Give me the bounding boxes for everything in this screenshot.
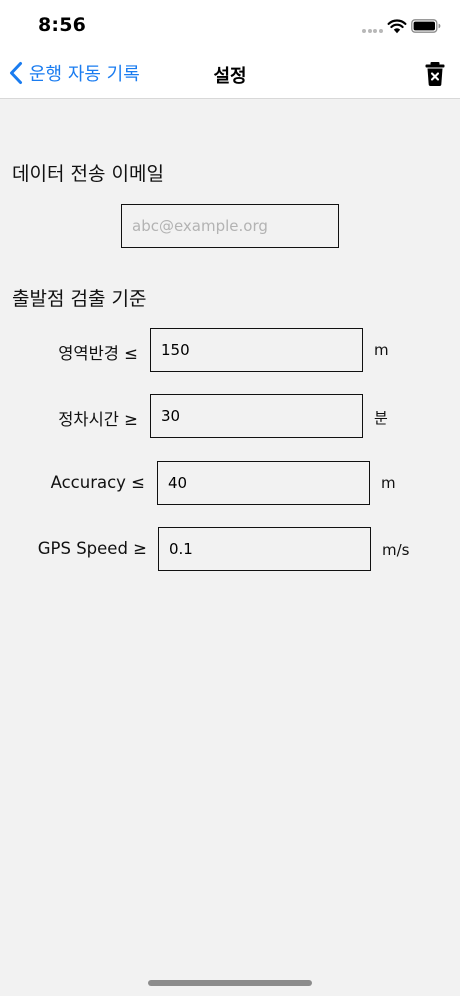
wifi-icon — [387, 19, 407, 34]
detection-section-title: 출발점 검출 기준 — [12, 288, 147, 310]
gps-speed-unit: m/s — [382, 541, 410, 559]
radius-input[interactable] — [150, 328, 363, 372]
stop-duration-unit: 분 — [374, 409, 388, 427]
radius-unit: m — [374, 341, 389, 359]
stop-duration-input[interactable] — [150, 394, 363, 438]
status-time: 8:56 — [38, 14, 87, 36]
email-section-title: 데이터 전송 이메일 — [12, 163, 164, 185]
status-bar: 8:56 — [0, 0, 460, 50]
trash-icon[interactable] — [424, 61, 446, 87]
accuracy-unit: m — [381, 474, 396, 492]
gps-speed-label: GPS Speed ≥ — [37, 539, 147, 558]
home-indicator[interactable] — [148, 980, 312, 986]
email-field[interactable] — [121, 204, 339, 248]
accuracy-label: Accuracy ≤ — [50, 473, 145, 492]
navigation-bar: 운행 자동 기록 설정 — [0, 50, 460, 99]
gps-speed-input[interactable] — [158, 527, 371, 571]
stop-duration-label: 정차시간 ≥ — [58, 410, 138, 429]
page-title: 설정 — [213, 66, 247, 87]
accuracy-input[interactable] — [157, 461, 370, 505]
cellular-signal-icon — [362, 29, 384, 33]
radius-label: 영역반경 ≤ — [58, 344, 138, 363]
battery-icon — [411, 19, 441, 33]
